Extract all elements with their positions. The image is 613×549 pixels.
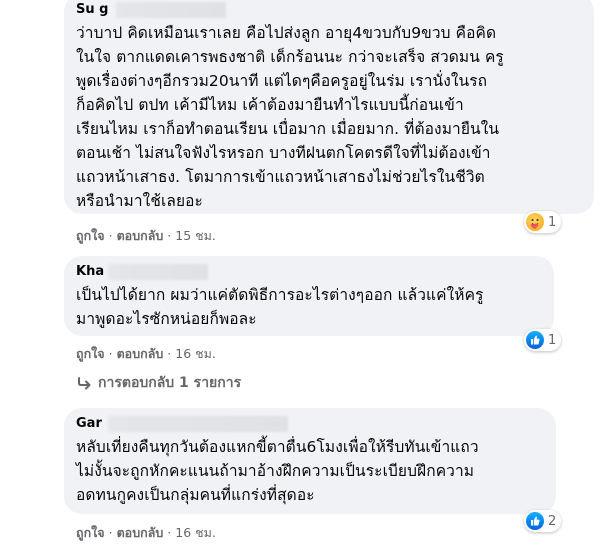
separator-dot: · [167, 525, 172, 540]
comment-bubble: Kha เป็นไปได้ยาก ผมว่าแค่ตัดพิธีการอะไรต… [64, 256, 554, 336]
like-link[interactable]: ถูกใจ [76, 525, 105, 540]
author-name[interactable]: Gar [76, 416, 102, 431]
comment-line: แถวหน้าเสาธง. โตมาการเข้าแถวหน้าเสาธงไม่… [76, 168, 485, 186]
comment-actions: ถูกใจ · ตอบกลับ · 15 ชม. [76, 226, 216, 246]
comment-timestamp[interactable]: 16 ชม. [175, 525, 216, 540]
comment-line: ไม่งั้นจะถูกหักคะแนนถ้ามาอ้างฝึกความเป็น… [76, 462, 475, 480]
reply-link[interactable]: ตอบกลับ [117, 525, 164, 540]
comment-timestamp[interactable]: 15 ชม. [175, 228, 216, 243]
separator-dot: · [108, 228, 113, 243]
comment-line: อดทนกูคงเป็นกลุ่มคนที่แกร่งที่สุดอะ [76, 486, 315, 504]
reply-link[interactable]: ตอบกลับ [117, 228, 164, 243]
comment-line: มาพูดอะไรซักหน่อยก็พอละ [76, 310, 257, 328]
view-replies-link[interactable]: การตอบกลับ 1 รายการ [76, 372, 241, 394]
author-name[interactable]: Kha [76, 264, 104, 279]
author-name[interactable]: Su g [76, 2, 108, 17]
separator-dot: · [167, 346, 172, 361]
comment-actions: ถูกใจ · ตอบกลับ · 16 ชม. [76, 523, 216, 543]
comment-line: ก็อคิดไป ตปท เค้ามีไหม เค้าต้องมายืนทำไร… [76, 96, 464, 114]
replies-label[interactable]: การตอบกลับ 1 รายการ [98, 372, 241, 394]
separator-dot: · [108, 346, 113, 361]
comment-author[interactable]: Gar [76, 415, 544, 432]
like-reaction-icon [526, 331, 544, 349]
comment-author[interactable]: Kha [76, 263, 542, 280]
reply-arrow-icon [78, 377, 91, 390]
reaction-summary[interactable]: 1 [524, 329, 562, 351]
reaction-count: 1 [548, 214, 557, 230]
comment-bubble: Gar หลับเที่ยงคืนทุกวันต้องแหกขี้ตาตื่น6… [64, 408, 556, 514]
comment-text: เป็นไปได้ยาก ผมว่าแค่ตัดพิธีการอะไรต่างๆ… [76, 283, 542, 331]
comment-line: ว่าบาป คิดเหมือนเราเลย คือไปส่งลูก อายุ4… [76, 24, 497, 42]
separator-dot: · [108, 525, 113, 540]
redacted-name-blur [116, 2, 226, 18]
comment-line: ในใจ ตากแดดเคารพธงชาติ เด็กร้อนนะ กว่าจะ… [76, 48, 504, 66]
comment-line: พูดเรื่องต่างๆอีกรวม20นาที แต่ไดๆคือครูอ… [76, 72, 488, 90]
redacted-name-blur [108, 264, 208, 280]
comment-timestamp[interactable]: 16 ชม. [175, 346, 216, 361]
comment-author[interactable]: Su g [76, 1, 582, 18]
separator-dot: · [167, 228, 172, 243]
like-reaction-icon [526, 512, 544, 530]
comment-line: เป็นไปได้ยาก ผมว่าแค่ตัดพิธีการอะไรต่างๆ… [76, 286, 484, 304]
like-link[interactable]: ถูกใจ [76, 346, 105, 361]
comment-text: ว่าบาป คิดเหมือนเราเลย คือไปส่งลูก อายุ4… [76, 21, 582, 213]
comment-line: เรียนไหม เราก็อทำตอนเรียน เบื่อมาก เมื่อ… [76, 120, 500, 138]
comment-actions: ถูกใจ · ตอบกลับ · 16 ชม. [76, 344, 216, 364]
comment-bubble: Su g ว่าบาป คิดเหมือนเราเลย คือไปส่งลูก … [64, 0, 594, 214]
reaction-summary[interactable]: 1 [524, 211, 562, 233]
comment-line: หลับเที่ยงคืนทุกวันต้องแหกขี้ตาตื่น6โมงเ… [76, 438, 479, 456]
comment-line: หรือนำมาใช้เลยอะ [76, 192, 203, 210]
reply-link[interactable]: ตอบกลับ [117, 346, 164, 361]
care-reaction-icon [526, 213, 544, 231]
reaction-count: 1 [548, 332, 557, 348]
reaction-count: 2 [548, 513, 557, 529]
redacted-name-blur [108, 416, 288, 432]
like-link[interactable]: ถูกใจ [76, 228, 105, 243]
comment-line: ตอนเช้า ไม่สนใจฟังไรหรอก บางทีฝนตกโคตรดี… [76, 144, 491, 162]
comment-text: หลับเที่ยงคืนทุกวันต้องแหกขี้ตาตื่น6โมงเ… [76, 435, 544, 507]
reaction-summary[interactable]: 2 [524, 510, 562, 532]
